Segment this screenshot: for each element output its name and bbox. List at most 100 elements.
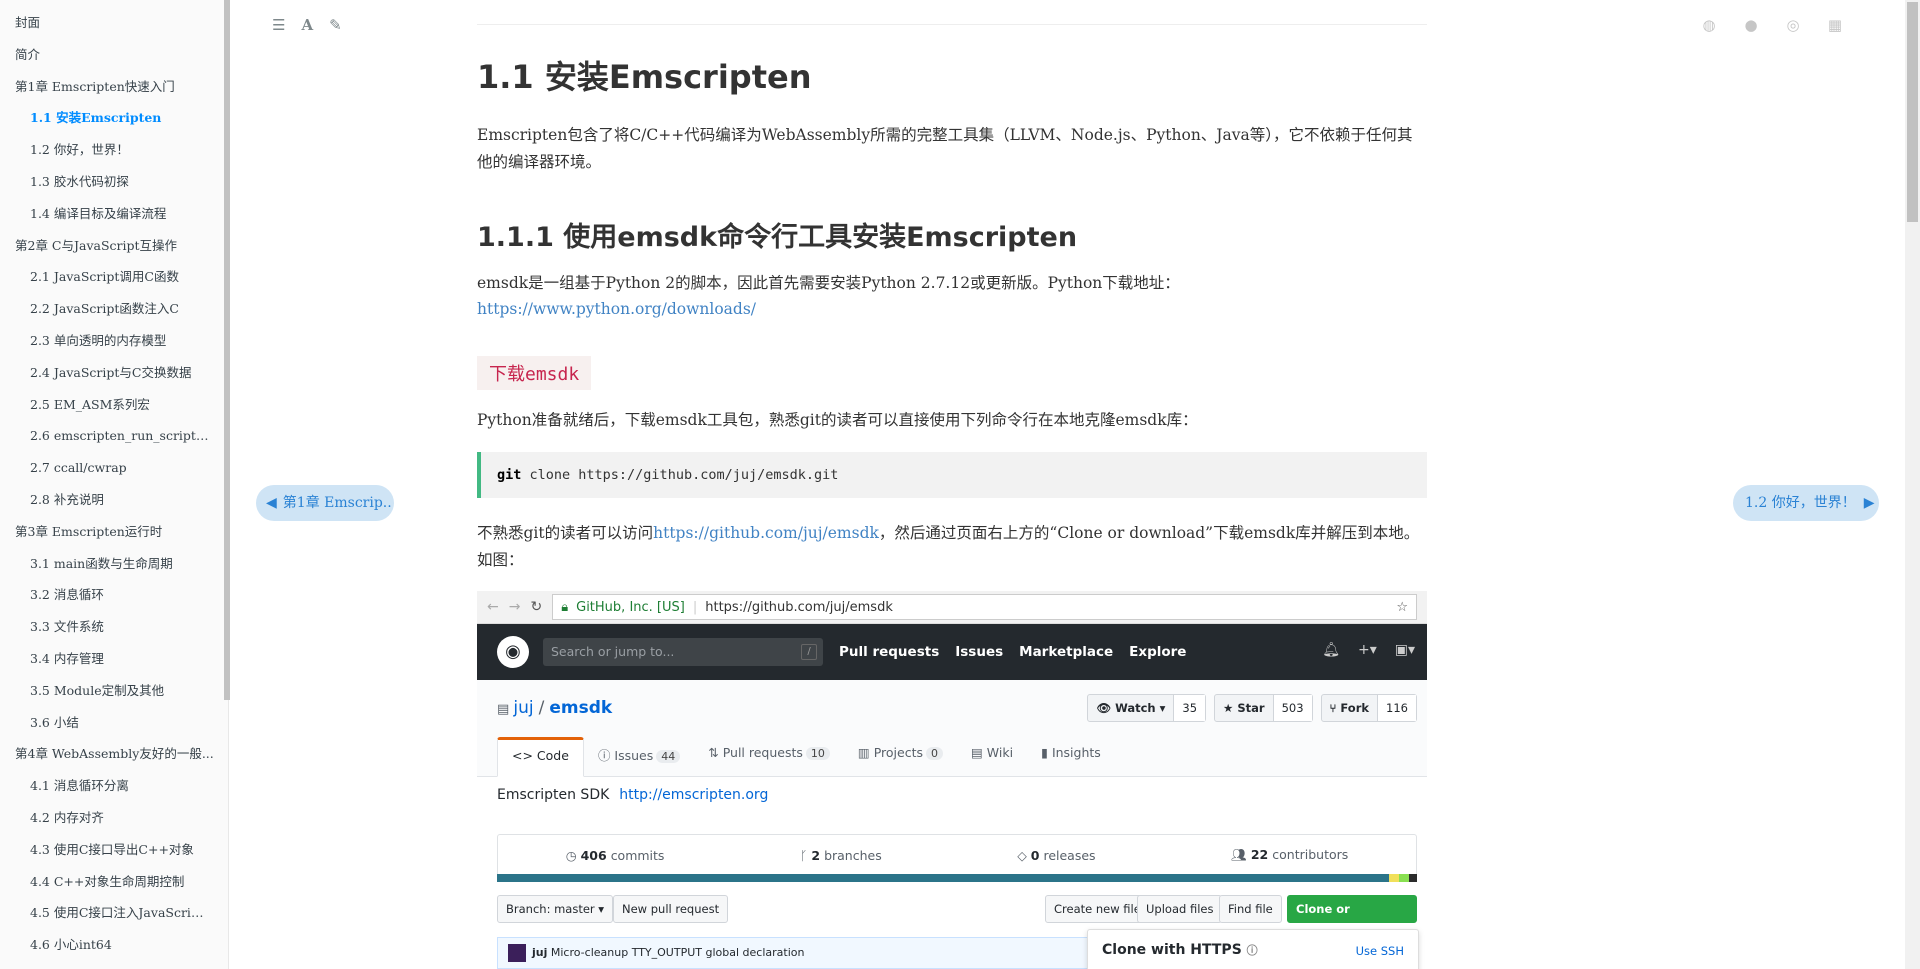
- stat-contributors-num: 22: [1251, 847, 1268, 862]
- gh-nav-explore: Explore: [1129, 644, 1186, 660]
- github-search: Search or jump to.../: [543, 638, 823, 666]
- commit-author: juj: [532, 946, 547, 959]
- tab-projects: ▥ Projects0: [844, 737, 957, 773]
- author-avatar: [508, 944, 526, 962]
- gh-nav-marketplace: Marketplace: [1019, 644, 1113, 660]
- stat-branches-num: 2: [811, 848, 820, 863]
- list-icon[interactable]: ☰: [272, 16, 285, 34]
- repo-desc-text: Emscripten SDK: [497, 787, 609, 803]
- github-search-placeholder: Search or jump to...: [551, 644, 674, 659]
- repo-owner: juj: [513, 698, 533, 718]
- forward-icon: →: [509, 599, 521, 615]
- issue-icon: ⓘ: [598, 748, 614, 763]
- toc-item[interactable]: 2.1 JavaScript调用C函数: [0, 264, 210, 296]
- find-file-button: Find file: [1219, 895, 1282, 923]
- toc-item[interactable]: 4.2 内存对齐: [0, 805, 210, 837]
- toc-item[interactable]: 1.3 胶水代码初探: [0, 169, 210, 201]
- create-file-button: Create new file: [1045, 895, 1150, 923]
- wechat-icon[interactable]: ◍: [1700, 16, 1718, 34]
- insights-icon: ▮: [1041, 745, 1052, 760]
- download-heading-code: emsdk: [525, 364, 579, 385]
- repo-description: Emscripten SDKhttp://emscripten.org: [497, 787, 768, 803]
- toc-item[interactable]: 3.5 Module定制及其他: [0, 678, 210, 710]
- stat-releases-label: releases: [1043, 848, 1095, 863]
- github-repo-link[interactable]: https://github.com/juj/emsdk: [653, 524, 879, 542]
- toc-item[interactable]: 2.4 JavaScript与C交换数据: [0, 360, 210, 392]
- toc-item[interactable]: 1.1 安装Emscripten: [0, 105, 210, 137]
- repo-title: ▤ juj/emsdk: [497, 698, 612, 718]
- language-bar: [497, 874, 1417, 882]
- lock-icon: 🔒︎: [561, 600, 568, 615]
- next-chapter-button[interactable]: 1.2 你好，世界！▶: [1733, 485, 1879, 521]
- toc-item[interactable]: 4.3 使用C接口导出C++对象: [0, 837, 210, 869]
- star-button: ★ Star503: [1214, 694, 1313, 722]
- toc-list: 封面简介第1章 Emscripten快速入门1.1 安装Emscripten1.…: [0, 0, 228, 964]
- toc-item[interactable]: 3.3 文件系统: [0, 614, 210, 646]
- qq-icon[interactable]: ●: [1742, 16, 1760, 34]
- toc-item[interactable]: 1.4 编译目标及编译流程: [0, 201, 210, 233]
- intro-paragraph: Emscripten包含了将C/C++代码编译为WebAssembly所需的完整…: [477, 122, 1427, 176]
- commit-message: Micro-cleanup TTY_OUTPUT global declarat…: [551, 946, 805, 959]
- toc-item[interactable]: 3.4 内存管理: [0, 646, 210, 678]
- back-icon: ←: [487, 599, 499, 615]
- toc-item[interactable]: 2.5 EM_ASM系列宏: [0, 392, 210, 424]
- brush-icon[interactable]: ✎: [329, 16, 342, 34]
- page-scrollbar[interactable]: [1905, 0, 1920, 969]
- github-screenshot-image: ← → ↻ 🔒︎ GitHub, Inc. [US] | https://git…: [477, 591, 1427, 969]
- toc-item[interactable]: 第1章 Emscripten快速入门: [0, 74, 228, 106]
- wiki-icon: ▤: [971, 745, 987, 760]
- qrcode-icon[interactable]: ▦: [1826, 16, 1844, 34]
- toc-item[interactable]: 封面: [0, 10, 228, 42]
- star-label: Star: [1237, 701, 1264, 715]
- fork-label: Fork: [1340, 701, 1369, 715]
- branch-icon: ᚴ: [800, 848, 811, 863]
- toc-item[interactable]: 2.7 ccall/cwrap: [0, 455, 210, 487]
- toc-item[interactable]: 3.2 消息循环: [0, 582, 210, 614]
- eye-icon: 👁︎: [1096, 701, 1115, 715]
- pr-icon: ⇅: [708, 745, 722, 760]
- download-emsdk-heading: 下载emsdk: [477, 356, 591, 390]
- watch-label: Watch ▾: [1115, 701, 1165, 715]
- toc-item[interactable]: 3.6 小结: [0, 710, 210, 742]
- tab-projects-count: 0: [926, 747, 943, 760]
- stat-contributors-label: contributors: [1272, 847, 1348, 862]
- toc-item[interactable]: 4.4 C++对象生命周期控制: [0, 869, 210, 901]
- toc-item[interactable]: 4.5 使用C接口注入JavaScript...: [0, 900, 210, 932]
- toc-item[interactable]: 3.1 main函数与生命周期: [0, 551, 210, 583]
- tab-pr-count: 10: [806, 747, 830, 760]
- toc-item[interactable]: 2.6 emscripten_run_script系...: [0, 423, 210, 455]
- python-download-link[interactable]: https://www.python.org/downloads/: [477, 300, 756, 318]
- toc-item[interactable]: 第2章 C与JavaScript互操作: [0, 233, 228, 265]
- tag-icon: ◇: [1017, 848, 1031, 863]
- tab-issues-count: 44: [656, 750, 680, 763]
- weibo-icon[interactable]: ◎: [1784, 16, 1802, 34]
- clone-title-text: Clone with HTTPS: [1102, 942, 1242, 958]
- stat-branches: ᚴ 2 branches: [800, 848, 882, 863]
- clone-popup: Clone with HTTPS ⓘ Use SSH: [1087, 929, 1419, 969]
- toc-item[interactable]: 1.2 你好，世界！: [0, 137, 210, 169]
- tab-wiki-label: Wiki: [987, 745, 1013, 760]
- sidebar-scrollbar[interactable]: [224, 0, 230, 700]
- prev-chapter-button[interactable]: ◀第1章 Emscrip..: [256, 485, 394, 521]
- toc-item[interactable]: 第3章 Emscripten运行时: [0, 519, 228, 551]
- page-scrollbar-thumb[interactable]: [1907, 2, 1918, 222]
- repo-tabs: <> Code ⓘ Issues44 ⇅ Pull requests10 ▥ P…: [497, 737, 1115, 777]
- gh-nav-pulls: Pull requests: [839, 644, 939, 660]
- toc-item[interactable]: 4.1 消息循环分离: [0, 773, 210, 805]
- toc-item[interactable]: 2.2 JavaScript函数注入C: [0, 296, 210, 328]
- tab-issues-label: Issues: [614, 748, 653, 763]
- plus-icon: +▾: [1358, 642, 1377, 658]
- toc-item[interactable]: 4.6 小心int64: [0, 932, 210, 964]
- toc-item[interactable]: 第4章 WebAssembly友好的一般...: [0, 741, 228, 773]
- font-icon[interactable]: A: [301, 16, 313, 34]
- github-nav: Pull requests Issues Marketplace Explore: [839, 644, 1186, 660]
- file-actions: Branch: master ▾ New pull request Create…: [497, 895, 1417, 923]
- toc-item[interactable]: 简介: [0, 42, 228, 74]
- stat-commits-num: 406: [581, 848, 607, 863]
- toc-item[interactable]: 2.3 单向透明的内存模型: [0, 328, 210, 360]
- star-icon: ★: [1223, 701, 1237, 715]
- stat-contributors: 👥︎ 22 contributors: [1231, 847, 1348, 863]
- repo-stats: ◷ 406 commits ᚴ 2 branches ◇ 0 releases …: [497, 834, 1417, 876]
- toc-item[interactable]: 2.8 补充说明: [0, 487, 210, 519]
- tab-code: <> Code: [497, 737, 584, 777]
